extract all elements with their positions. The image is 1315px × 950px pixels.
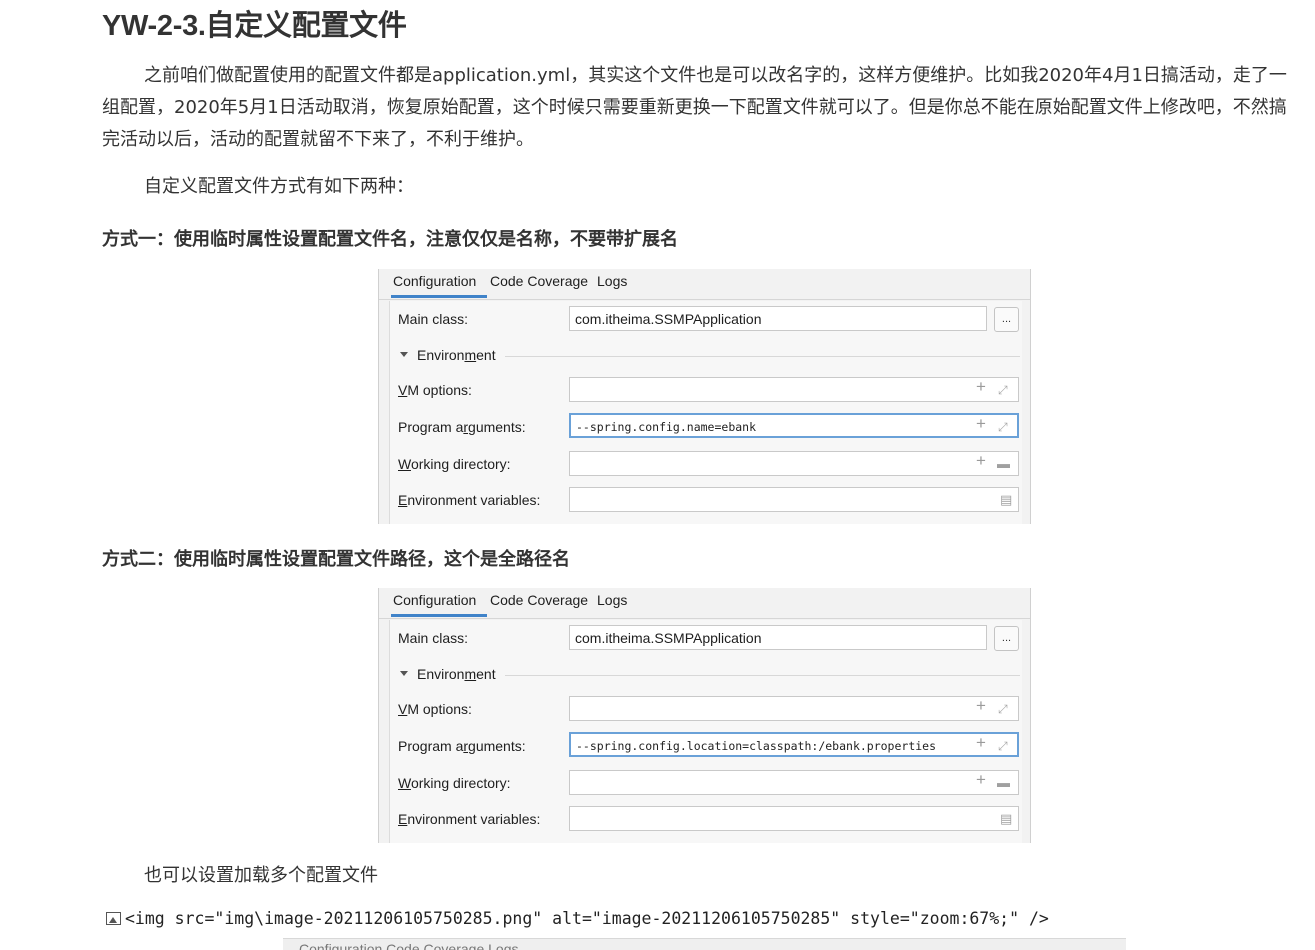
section-divider [505,675,1020,676]
working-directory-label: Working directory: [398,775,511,791]
program-arguments-value: --spring.config.location=classpath:/eban… [576,739,937,753]
method-one-heading: 方式一：使用临时属性设置配置文件名，注意仅仅是名称，不要带扩展名 [102,229,678,250]
intro-paragraph: 之前咱们做配置使用的配置文件都是application.yml，其实这个文件也是… [102,65,1287,150]
main-class-label: Main class: [398,630,469,646]
vm-label-a: V [398,382,408,398]
chevron-down-icon [400,351,408,357]
document-icon[interactable]: ▤ [1000,811,1012,827]
program-arguments-input[interactable]: --spring.config.location=classpath:/eban… [569,732,1019,757]
program-arguments-input[interactable]: --spring.config.name=ebank + ⤢ [569,413,1019,438]
document-icon[interactable]: ▤ [1000,492,1012,508]
chevron-down-icon [400,670,408,676]
wd-label-a: W [398,456,411,472]
vm-options-input[interactable]: + ⤢ [569,696,1019,721]
section-divider [505,356,1020,357]
environment-variables-label: Environment variables: [398,811,540,827]
active-tab-indicator [391,295,487,298]
working-directory-input[interactable]: + ▬ [569,770,1019,795]
ev-label-a: E [398,492,408,508]
folder-icon[interactable]: ▬ [997,456,1010,472]
wd-label-a: W [398,775,411,791]
plus-icon[interactable]: + [976,697,986,714]
run-config-panel-1: Configuration Code Coverage Logs Main cl… [378,269,1031,524]
expand-icon[interactable]: ⤢ [998,738,1008,754]
main-class-label: Main class: [398,311,469,327]
env-label-b: m [464,347,477,363]
page-title: YW-2-3.自定义配置文件 [102,10,407,42]
tab-logs[interactable]: Logs [597,273,627,289]
main-class-input[interactable]: com.itheima.SSMPApplication [569,306,987,331]
plus-icon[interactable]: + [976,771,986,788]
env-label-b: m [464,666,477,682]
plus-icon[interactable]: + [976,734,986,751]
config-form: Main class: com.itheima.SSMPApplication … [389,301,1022,524]
image-tag-text: <img src="img\image-20211206105750285.pn… [125,909,1049,928]
env-label-a: Environ [417,347,465,363]
multi-config-paragraph: 也可以设置加载多个配置文件 [144,865,378,886]
tab-code-coverage[interactable]: Code Coverage [490,592,588,608]
env-label-c: ent [476,666,496,682]
plus-icon[interactable]: + [976,415,986,432]
methods-intro: 自定义配置文件方式有如下两种： [144,176,414,197]
prog-label-a: Program a [398,738,464,754]
wd-label-b: orking directory: [410,456,511,472]
tab-configuration[interactable]: Configuration [393,273,476,289]
expand-icon[interactable]: ⤢ [998,382,1008,398]
vm-label-b: M options: [407,701,472,717]
environment-variables-input[interactable]: ▤ [569,487,1019,512]
expand-icon[interactable]: ⤢ [998,701,1008,717]
main-class-value: com.itheima.SSMPApplication [575,630,762,646]
tab-code-coverage[interactable]: Code Coverage [490,273,588,289]
vm-label-b: M options: [407,382,472,398]
plus-icon[interactable]: + [976,378,986,395]
vm-options-input[interactable]: + ⤢ [569,377,1019,402]
env-label-a: Environ [417,666,465,682]
folder-icon[interactable]: ▬ [997,775,1010,791]
environment-variables-label: Environment variables: [398,492,540,508]
browse-main-class-button[interactable]: ... [994,307,1019,332]
cropped-panel-preview: Configuration Code Coverage Logs [283,938,1126,950]
environment-variables-input[interactable]: ▤ [569,806,1019,831]
plus-icon[interactable]: + [976,452,986,469]
environment-section-toggle[interactable]: Environment [400,666,496,682]
ev-label-b: nvironment variables: [407,492,541,508]
tab-bar: Configuration Code Coverage Logs [379,588,1030,619]
tab-configuration[interactable]: Configuration [393,592,476,608]
prog-label-c: guments: [468,738,526,754]
config-form: Main class: com.itheima.SSMPApplication … [389,620,1022,843]
env-label-c: ent [476,347,496,363]
main-class-input[interactable]: com.itheima.SSMPApplication [569,625,987,650]
vm-label-a: V [398,701,408,717]
method-two-heading: 方式二：使用临时属性设置配置文件路径，这个是全路径名 [102,549,570,570]
working-directory-label: Working directory: [398,456,511,472]
program-arguments-value: --spring.config.name=ebank [576,420,757,434]
program-arguments-label: Program arguments: [398,738,526,754]
ev-label-a: E [398,811,408,827]
browse-main-class-button[interactable]: ... [994,626,1019,651]
prog-label-c: guments: [468,419,526,435]
active-tab-indicator [391,614,487,617]
tab-logs[interactable]: Logs [597,592,627,608]
broken-image-markup: <img src="img\image-20211206105750285.pn… [106,909,1049,928]
vm-options-label: VM options: [398,701,472,717]
prog-label-a: Program a [398,419,464,435]
program-arguments-label: Program arguments: [398,419,526,435]
ev-label-b: nvironment variables: [407,811,541,827]
vm-options-label: VM options: [398,382,472,398]
run-config-panel-2: Configuration Code Coverage Logs Main cl… [378,588,1031,843]
tab-bar: Configuration Code Coverage Logs [379,269,1030,300]
expand-icon[interactable]: ⤢ [998,419,1008,435]
working-directory-input[interactable]: + ▬ [569,451,1019,476]
main-class-value: com.itheima.SSMPApplication [575,311,762,327]
environment-section-toggle[interactable]: Environment [400,347,496,363]
broken-image-icon [106,912,121,925]
wd-label-b: orking directory: [410,775,511,791]
